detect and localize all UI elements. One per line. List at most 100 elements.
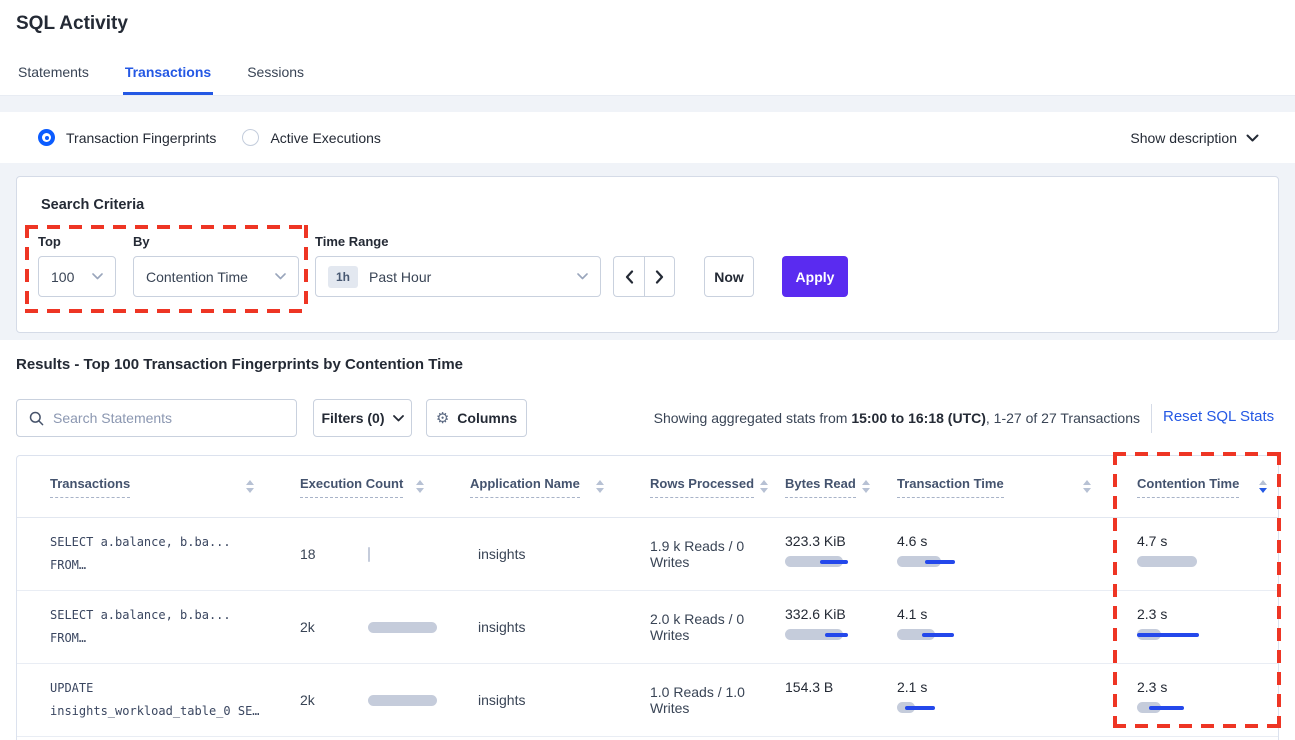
contention-time-value: 4.7 s: [1137, 533, 1274, 549]
sql-text-line: FROM…: [50, 554, 259, 577]
transaction-time-cell: 4.6 s: [864, 518, 1104, 590]
sql-text-line: SELECT a.balance, b.ba...: [50, 531, 259, 554]
column-header-rows-processed[interactable]: Rows Processed: [617, 456, 752, 517]
transaction-fingerprint-link[interactable]: UPDATEinsights_workload_table_0 SE…: [17, 664, 267, 736]
contention-time-bar: [1137, 556, 1247, 567]
apply-button[interactable]: Apply: [782, 256, 848, 297]
columns-button[interactable]: ⚙ Columns: [426, 399, 527, 437]
chevron-down-icon: [275, 273, 286, 280]
sql-text-line: SELECT a.balance, b.ba...: [50, 604, 259, 627]
top-field-label: Top: [38, 234, 61, 249]
reset-sql-stats-link[interactable]: Reset SQL Stats: [1163, 408, 1274, 425]
execution-count-bar: [368, 622, 437, 633]
transaction-time-cell: 2.1 s: [864, 664, 1104, 736]
by-select-value: Contention Time: [146, 269, 248, 285]
radio-label: Transaction Fingerprints: [66, 130, 216, 146]
application-name-cell: insights: [437, 518, 617, 590]
sql-text-line: insights_workload_table_0 SE…: [50, 700, 259, 723]
rows-processed-cell: 1.0 Reads / 1.0 Writes: [617, 664, 752, 736]
column-header-transactions[interactable]: Transactions: [17, 456, 267, 517]
time-range-field-label: Time Range: [315, 234, 388, 249]
by-select[interactable]: Contention Time: [133, 256, 299, 297]
contention-time-cell: 4.7 s: [1104, 518, 1279, 590]
rows-processed-cell: 1.9 k Reads / 0 Writes: [617, 518, 752, 590]
chevron-down-icon: [1246, 134, 1259, 142]
tab-statements[interactable]: Statements: [16, 64, 91, 95]
column-header-transaction-time[interactable]: Transaction Time: [864, 456, 1104, 517]
tab-bar: Statements Transactions Sessions: [16, 64, 306, 95]
previous-time-range-button[interactable]: [613, 256, 644, 297]
time-range-value: Past Hour: [369, 269, 431, 285]
rows-processed-value: 2.0 k Reads / 0 Writes: [650, 611, 752, 643]
search-input[interactable]: [53, 410, 284, 426]
contention-time-cell: 2.3 s: [1104, 591, 1279, 663]
transaction-fingerprint-link[interactable]: SELECT a.balance, b.ba...FROM…: [17, 591, 267, 663]
now-button[interactable]: Now: [704, 256, 754, 297]
radio-transaction-fingerprints[interactable]: Transaction Fingerprints: [38, 129, 216, 146]
radio-unselected-icon: [242, 129, 259, 146]
execution-count-bar: [368, 695, 437, 706]
time-range-stepper: [613, 256, 675, 297]
chevron-down-icon: [577, 273, 588, 280]
transaction-time-value: 4.6 s: [897, 533, 1098, 549]
sql-text-line: FROM…: [50, 627, 259, 650]
search-criteria-panel: Search Criteria Top 100 By Contention Ti…: [16, 176, 1279, 333]
execution-count-value: 2k: [300, 619, 368, 635]
table-row: UPDATEinsights_workload_table_0 SE… 2k ins…: [17, 664, 1278, 737]
by-field-label: By: [133, 234, 150, 249]
page-header: SQL Activity Statements Transactions Ses…: [0, 0, 1295, 96]
radio-active-executions[interactable]: Active Executions: [242, 129, 381, 146]
table-body: SELECT a.balance, b.ba...FROM…18insights…: [17, 518, 1278, 737]
column-header-bytes-read[interactable]: Bytes Read: [752, 456, 864, 517]
execution-count-cell: 18: [267, 518, 437, 590]
stats-time-range: 15:00 to 16:18 (UTC): [851, 410, 986, 426]
time-range-select[interactable]: 1h Past Hour: [315, 256, 601, 297]
page-title: SQL Activity: [16, 13, 128, 35]
table-header-row: Transactions Execution Count Application…: [17, 456, 1278, 518]
contention-time-bar: [1137, 702, 1247, 713]
transactions-table: Transactions Execution Count Application…: [16, 455, 1279, 740]
tab-transactions[interactable]: Transactions: [123, 64, 213, 95]
sql-activity-page: SQL Activity Statements Transactions Ses…: [0, 0, 1295, 740]
contention-time-cell: 2.3 s: [1104, 664, 1279, 736]
chevron-left-icon: [625, 270, 634, 284]
sort-icon: [246, 480, 254, 493]
bytes-read-bar: [785, 629, 895, 640]
rows-processed-value: 1.0 Reads / 1.0 Writes: [650, 684, 752, 716]
bytes-read-cell: 323.3 KiB: [752, 518, 864, 590]
application-name-cell: insights: [437, 591, 617, 663]
sql-text-line: UPDATE: [50, 677, 259, 700]
top-select-value: 100: [51, 269, 74, 285]
transaction-fingerprint-link[interactable]: SELECT a.balance, b.ba...FROM…: [17, 518, 267, 590]
radio-selected-icon: [38, 129, 55, 146]
execution-count-bar: [368, 547, 370, 562]
execution-count-value: 18: [300, 546, 368, 562]
bytes-read-cell: 154.3 B: [752, 664, 864, 736]
sort-icon: [1083, 480, 1091, 493]
bytes-read-value: 154.3 B: [785, 679, 858, 695]
column-header-execution-count[interactable]: Execution Count: [267, 456, 437, 517]
results-heading: Results - Top 100 Transaction Fingerprin…: [16, 356, 463, 373]
filters-button[interactable]: Filters (0): [313, 399, 412, 437]
bytes-read-value: 332.6 KiB: [785, 606, 858, 622]
execution-count-value: 2k: [300, 692, 368, 708]
top-select[interactable]: 100: [38, 256, 116, 297]
tab-sessions[interactable]: Sessions: [245, 64, 306, 95]
contention-time-value: 2.3 s: [1137, 606, 1274, 622]
bytes-read-cell: 332.6 KiB: [752, 591, 864, 663]
column-header-application-name[interactable]: Application Name: [437, 456, 617, 517]
show-description-label: Show description: [1130, 130, 1237, 146]
show-description-toggle[interactable]: Show description: [1130, 112, 1259, 163]
chevron-down-icon: [393, 415, 404, 422]
stats-prefix: Showing aggregated stats from: [654, 410, 852, 426]
application-name-value: insights: [478, 619, 525, 635]
search-icon: [29, 411, 44, 426]
rows-processed-cell: 2.0 k Reads / 0 Writes: [617, 591, 752, 663]
transaction-time-cell: 4.1 s: [864, 591, 1104, 663]
column-header-contention-time[interactable]: Contention Time: [1104, 456, 1279, 517]
stats-suffix: , 1-27 of 27 Transactions: [986, 410, 1140, 426]
next-time-range-button[interactable]: [644, 256, 675, 297]
table-row: SELECT a.balance, b.ba...FROM… 18 insights…: [17, 518, 1278, 591]
sort-icon: [596, 480, 604, 493]
transaction-time-bar: [897, 556, 1007, 567]
